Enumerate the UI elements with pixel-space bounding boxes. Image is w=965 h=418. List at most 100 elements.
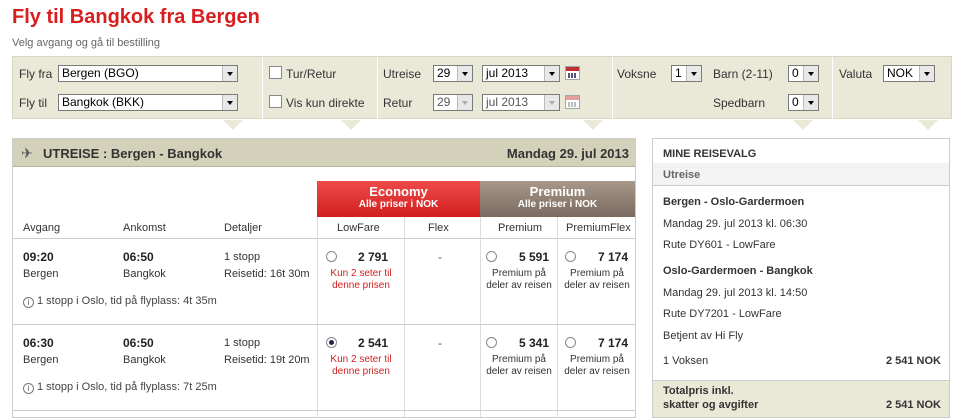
airplane-icon: ✈ bbox=[21, 145, 33, 161]
search-panel: Fly fra Bergen (BGO) Fly til Bangkok (BK… bbox=[12, 56, 952, 130]
summary-heading: MINE REISEVALG bbox=[663, 148, 757, 160]
leg1-route: Bergen - Oslo-Gardermoen bbox=[663, 196, 805, 208]
divider bbox=[404, 217, 405, 417]
panel-notch bbox=[918, 120, 938, 130]
seats-warning: Kun 2 seter til denne prisen bbox=[330, 354, 392, 377]
lowfare-radio[interactable] bbox=[326, 251, 337, 262]
calendar-icon[interactable] bbox=[565, 66, 580, 80]
departure-day-select[interactable]: 29 bbox=[433, 65, 473, 82]
children-select[interactable]: 0 bbox=[788, 65, 819, 82]
flex-unavailable: - bbox=[438, 336, 442, 350]
chevron-down-icon bbox=[686, 66, 701, 81]
travel-time: Reisetid: 16t 30m bbox=[224, 268, 310, 280]
col-lowfare: LowFare bbox=[337, 222, 380, 234]
premiumflex-radio[interactable] bbox=[565, 337, 576, 348]
premium-price: 5 591 bbox=[519, 250, 550, 264]
info-icon: i bbox=[23, 297, 34, 308]
lowfare-price: 2 541 bbox=[358, 336, 389, 350]
premiumflex-note: Premium på deler av reisen bbox=[564, 268, 630, 291]
options-group: Tur/Retur Vis kun direkte bbox=[263, 57, 378, 130]
adults-select[interactable]: 1 bbox=[671, 65, 702, 82]
direct-only-label: Vis kun direkte bbox=[286, 96, 365, 110]
roundtrip-label: Tur/Retur bbox=[286, 67, 337, 81]
divider bbox=[13, 324, 635, 325]
chevron-down-icon bbox=[457, 66, 472, 81]
summary-section-label: Utreise bbox=[663, 169, 701, 181]
outbound-panel: ✈ UTREISE : Bergen - Bangkok Mandag 29. … bbox=[12, 138, 636, 418]
direct-only-checkbox[interactable] bbox=[269, 95, 282, 108]
stops[interactable]: 1 stopp bbox=[224, 337, 260, 349]
summary-section: Utreise bbox=[653, 163, 949, 186]
arrival-city: Bangkok bbox=[123, 268, 166, 280]
chevron-down-icon bbox=[803, 95, 818, 110]
premium-radio[interactable] bbox=[486, 251, 497, 262]
divider bbox=[13, 410, 635, 411]
calendar-icon[interactable] bbox=[565, 95, 580, 109]
col-details: Detaljer bbox=[224, 222, 262, 234]
trip-summary-panel: MINE REISEVALG Utreise Bergen - Oslo-Gar… bbox=[652, 138, 950, 418]
currency-group: Valuta NOK bbox=[833, 57, 951, 130]
economy-header: Economy Alle priser i NOK bbox=[317, 181, 480, 217]
departure-city: Bergen bbox=[23, 354, 59, 366]
passengers-group: Voksne 1 Barn (2-11) 0 Spedbarn 0 bbox=[613, 57, 833, 130]
economy-subtitle: Alle priser i NOK bbox=[358, 199, 439, 210]
chevron-down-icon bbox=[544, 66, 559, 81]
col-flex: Flex bbox=[428, 222, 449, 234]
chevron-down-icon bbox=[919, 66, 934, 81]
route-group: Fly fra Bergen (BGO) Fly til Bangkok (BK… bbox=[13, 57, 263, 130]
premium-note: Premium på deler av reisen bbox=[486, 354, 552, 377]
chevron-down-icon bbox=[803, 66, 818, 81]
premium-radio[interactable] bbox=[486, 337, 497, 348]
panel-notch bbox=[341, 120, 361, 130]
from-label: Fly fra bbox=[19, 67, 53, 81]
outbound-date: Mandag 29. jul 2013 bbox=[506, 146, 629, 161]
total-price-box: Totalpris inkl. skatter og avgifter 2 54… bbox=[653, 380, 949, 417]
children-label: Barn (2-11) bbox=[713, 67, 773, 81]
leg2-route: Oslo-Gardermoen - Bangkok bbox=[663, 265, 813, 277]
chevron-down-icon bbox=[457, 95, 472, 110]
from-select[interactable]: Bergen (BGO) bbox=[58, 65, 238, 82]
departure-time: 06:30 bbox=[23, 336, 54, 350]
infants-select[interactable]: 0 bbox=[788, 94, 819, 111]
premiumflex-note: Premium på deler av reisen bbox=[564, 354, 630, 377]
departure-month-select[interactable]: jul 2013 bbox=[482, 65, 560, 82]
leg1-date: Mandag 29. jul 2013 kl. 06:30 bbox=[663, 218, 808, 230]
to-select[interactable]: Bangkok (BKK) bbox=[58, 94, 238, 111]
return-month-select[interactable]: jul 2013 bbox=[482, 94, 560, 111]
panel-notch bbox=[223, 120, 243, 130]
economy-title: Economy bbox=[369, 184, 428, 199]
col-departure: Avgang bbox=[23, 222, 61, 234]
chevron-down-icon bbox=[222, 95, 237, 110]
arrival-time: 06:50 bbox=[123, 336, 154, 350]
premium-title: Premium bbox=[529, 184, 586, 199]
dates-group: Utreise 29 jul 2013 Retur 29 jul 2013 bbox=[378, 57, 613, 130]
currency-select[interactable]: NOK bbox=[883, 65, 935, 82]
info-icon: i bbox=[23, 383, 34, 394]
departure-time: 09:20 bbox=[23, 250, 54, 264]
chevron-down-icon bbox=[544, 95, 559, 110]
stopover-info: i1 stopp i Oslo, tid på flyplass: 7t 25m bbox=[23, 381, 217, 394]
premium-header: Premium Alle priser i NOK bbox=[480, 181, 635, 217]
seats-warning: Kun 2 seter til denne prisen bbox=[330, 268, 392, 291]
stops[interactable]: 1 stopp bbox=[224, 251, 260, 263]
infants-label: Spedbarn bbox=[713, 96, 766, 110]
departure-label: Utreise bbox=[383, 67, 422, 81]
outbound-header: ✈ UTREISE : Bergen - Bangkok Mandag 29. … bbox=[13, 139, 635, 167]
lowfare-price: 2 791 bbox=[358, 250, 389, 264]
premium-price: 5 341 bbox=[519, 336, 550, 350]
premiumflex-radio[interactable] bbox=[565, 251, 576, 262]
divider bbox=[317, 217, 318, 417]
departure-city: Bergen bbox=[23, 268, 59, 280]
panel-notch bbox=[793, 120, 813, 130]
total-price: 2 541 NOK bbox=[885, 399, 941, 411]
premiumflex-price: 7 174 bbox=[598, 250, 629, 264]
return-day-select[interactable]: 29 bbox=[433, 94, 473, 111]
passenger-price: 2 541 NOK bbox=[885, 355, 941, 367]
roundtrip-checkbox[interactable] bbox=[269, 66, 282, 79]
outbound-route: UTREISE : Bergen - Bangkok bbox=[43, 146, 223, 161]
page-subtitle: Velg avgang og gå til bestilling bbox=[12, 37, 160, 49]
adults-label: Voksne bbox=[617, 67, 657, 81]
total-label-line2: skatter og avgifter bbox=[663, 399, 759, 411]
lowfare-radio[interactable] bbox=[326, 337, 337, 348]
stopover-info: i1 stopp i Oslo, tid på flyplass: 4t 35m bbox=[23, 295, 217, 308]
